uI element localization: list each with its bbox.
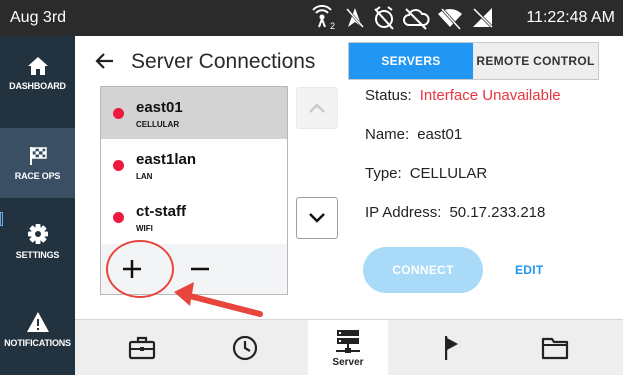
clock-icon	[232, 335, 258, 361]
ip-label: IP Address:	[365, 204, 442, 221]
warning-icon	[26, 311, 49, 332]
server-name: east01	[136, 99, 183, 116]
status-icons: 2	[310, 5, 496, 31]
server-type: CELLULAR	[136, 120, 180, 129]
sidebar: DASHBOARD RACE OPS SETTINGS NOTIFICATION…	[0, 36, 75, 375]
home-icon	[27, 56, 48, 75]
cloud-off-icon	[403, 8, 430, 30]
sidebar-item-label: RACE OPS	[14, 170, 61, 181]
server-type: LAN	[136, 172, 153, 181]
nav-item-server[interactable]: Server	[308, 320, 388, 375]
connect-button[interactable]: CONNECT	[363, 247, 483, 293]
bottom-nav: Server	[75, 319, 623, 375]
scroll-down-button[interactable]	[296, 197, 338, 239]
nav-item-flag[interactable]	[427, 320, 477, 375]
server-type: WIFI	[136, 224, 153, 233]
tab-bar: SERVERS REMOTE CONTROL	[348, 42, 599, 80]
status-date: Aug 3rd	[10, 9, 67, 26]
highlight-circle	[106, 240, 174, 298]
location-off-icon	[346, 8, 364, 28]
sidebar-item-label: SETTINGS	[15, 249, 60, 260]
checkered-flag-icon	[29, 146, 47, 165]
nav-item-history[interactable]	[220, 320, 270, 375]
detail-name: Name: east01	[365, 126, 462, 143]
tab-remote-control[interactable]: REMOTE CONTROL	[473, 43, 598, 79]
server-name: east1lan	[136, 151, 197, 168]
detail-type: Type: CELLULAR	[365, 165, 487, 182]
sidebar-item-settings[interactable]: SETTINGS	[0, 206, 75, 276]
flag-icon	[445, 336, 458, 360]
type-value: CELLULAR	[409, 165, 488, 182]
name-value: east01	[417, 126, 463, 143]
detail-status: Status: Interface Unavailable	[365, 87, 561, 104]
sidebar-item-dashboard[interactable]: DASHBOARD	[0, 38, 75, 108]
status-dot	[113, 160, 124, 171]
sidebar-item-notifications[interactable]: NOTIFICATIONS	[0, 294, 75, 364]
sidebar-item-race-ops[interactable]: RACE OPS	[0, 128, 75, 198]
signal-off-icon	[472, 7, 494, 29]
status-label: Status:	[365, 87, 412, 104]
edit-button[interactable]: EDIT	[515, 263, 544, 277]
svg-text:2: 2	[330, 21, 335, 31]
page-title: Server Connections	[131, 50, 316, 73]
server-list-item[interactable]: east01 CELLULAR	[101, 87, 287, 139]
folder-icon	[541, 337, 569, 360]
status-dot	[113, 212, 124, 223]
chevron-down-icon	[309, 213, 325, 223]
detail-ip: IP Address: 50.17.233.218	[365, 204, 545, 221]
status-time: 11:22:48 AM	[526, 9, 615, 26]
back-arrow-icon[interactable]	[94, 50, 116, 72]
network-2-icon: 2	[312, 5, 335, 31]
name-label: Name:	[365, 126, 410, 143]
annotation-arrow	[174, 282, 263, 317]
server-icon	[336, 329, 360, 353]
server-list-item[interactable]: ct-staff WIFI	[101, 191, 287, 243]
nav-item-briefcase[interactable]	[117, 320, 167, 375]
briefcase-icon	[128, 336, 156, 360]
tab-servers[interactable]: SERVERS	[349, 43, 473, 79]
gear-icon	[27, 223, 48, 244]
nav-item-folder[interactable]	[530, 320, 580, 375]
sidebar-item-label: DASHBOARD	[9, 80, 66, 91]
type-label: Type:	[365, 165, 402, 182]
server-name: ct-staff	[136, 203, 187, 220]
scroll-up-button[interactable]	[296, 87, 338, 129]
ip-value: 50.17.233.218	[449, 204, 546, 221]
wifi-off-icon	[438, 7, 462, 31]
chevron-up-icon	[309, 103, 325, 113]
sidebar-item-label: NOTIFICATIONS	[4, 337, 71, 348]
remove-server-button[interactable]	[187, 256, 213, 282]
status-dot	[113, 108, 124, 119]
server-list-item[interactable]: east1lan LAN	[101, 139, 287, 191]
alarm-off-icon	[374, 6, 394, 30]
status-bar: Aug 3rd 2 11:22:48 AM	[0, 0, 623, 36]
nav-item-label: Server	[332, 356, 364, 368]
status-value: Interface Unavailable	[419, 87, 561, 104]
